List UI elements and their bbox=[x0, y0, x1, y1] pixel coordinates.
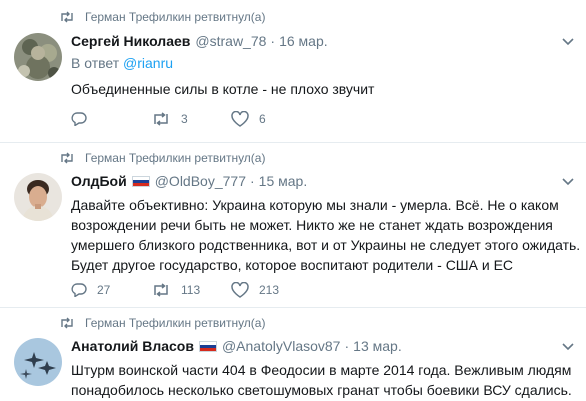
retweet-context-label[interactable]: Герман Трефилкин ретвитнул(а) bbox=[85, 151, 265, 165]
tweet-actions: 27 113 213 bbox=[71, 282, 311, 298]
like-count: 213 bbox=[259, 283, 280, 297]
avatar[interactable] bbox=[14, 173, 62, 221]
chevron-down-icon[interactable] bbox=[562, 38, 574, 46]
reply-icon bbox=[71, 283, 87, 297]
chevron-down-icon[interactable] bbox=[562, 178, 574, 186]
retweet-context: Герман Трефилкин ретвитнул(а) bbox=[59, 316, 265, 330]
tweet-header: Сергей Николаев @straw_78 · 16 мар. bbox=[71, 33, 328, 49]
tweet-text: Объединенные силы в котле - не плохо зву… bbox=[71, 81, 375, 97]
retweet-icon bbox=[59, 11, 75, 23]
like-button[interactable]: 6 bbox=[231, 111, 311, 127]
avatar[interactable] bbox=[14, 338, 62, 386]
reply-button[interactable]: 27 bbox=[71, 283, 151, 297]
timeline-feed: Герман Трефилкин ретвитнул(а) Сергей Ник… bbox=[0, 0, 586, 401]
tweet[interactable]: Герман Трефилкин ретвитнул(а) ОлдБой @Ol… bbox=[0, 143, 586, 308]
tweet-header: ОлдБой @OldBoy_777 · 15 мар. bbox=[71, 173, 307, 189]
separator: · bbox=[270, 33, 276, 49]
author-name[interactable]: ОлдБой bbox=[71, 173, 127, 189]
russian-flag-icon bbox=[198, 340, 217, 352]
retweet-context-label[interactable]: Герман Трефилкин ретвитнул(а) bbox=[85, 10, 265, 24]
retweet-count: 113 bbox=[181, 283, 201, 297]
tweet-date[interactable]: 13 мар. bbox=[353, 338, 402, 354]
tweet-date[interactable]: 16 мар. bbox=[279, 33, 328, 49]
reply-button[interactable] bbox=[71, 112, 151, 126]
tweet-actions: 3 6 bbox=[71, 111, 311, 127]
like-icon bbox=[231, 282, 249, 298]
separator: · bbox=[250, 173, 255, 189]
retweet-icon bbox=[154, 283, 168, 297]
retweet-icon bbox=[154, 112, 168, 126]
reply-icon bbox=[71, 112, 87, 126]
tweet-text: Давайте объективно: Украина которую мы з… bbox=[71, 197, 581, 273]
reply-prefix: В ответ bbox=[71, 55, 120, 71]
author-handle[interactable]: @AnatolyVlasov87 bbox=[222, 338, 341, 354]
retweet-count: 3 bbox=[181, 112, 188, 126]
author-handle[interactable]: @straw_78 bbox=[195, 33, 266, 49]
like-button[interactable]: 213 bbox=[231, 282, 311, 298]
chevron-down-icon[interactable] bbox=[562, 343, 574, 351]
author-name[interactable]: Анатолий Власов bbox=[71, 338, 194, 354]
tweet-header: Анатолий Власов @AnatolyVlasov87 · 13 ма… bbox=[71, 338, 402, 354]
retweet-context: Герман Трефилкин ретвитнул(а) bbox=[59, 151, 265, 165]
avatar[interactable] bbox=[14, 33, 62, 81]
retweet-icon bbox=[59, 152, 75, 164]
tweet-date[interactable]: 15 мар. bbox=[259, 173, 308, 189]
retweet-button[interactable]: 113 bbox=[151, 283, 231, 297]
tweet[interactable]: Герман Трефилкин ретвитнул(а) Сергей Ник… bbox=[0, 0, 586, 143]
reply-to-link[interactable]: @rianru bbox=[123, 55, 173, 71]
retweet-context-label[interactable]: Герман Трефилкин ретвитнул(а) bbox=[85, 316, 265, 330]
author-handle[interactable]: @OldBoy_777 bbox=[155, 173, 246, 189]
like-count: 6 bbox=[259, 112, 266, 126]
russian-flag-icon bbox=[131, 175, 150, 187]
separator: · bbox=[344, 338, 350, 354]
like-icon bbox=[231, 111, 249, 127]
tweet-text: Штурм воинской части 404 в Феодосии в ма… bbox=[71, 362, 572, 398]
retweet-icon bbox=[59, 317, 75, 329]
reply-to-line: В ответ @rianru bbox=[71, 55, 173, 71]
author-name[interactable]: Сергей Николаев bbox=[71, 33, 190, 49]
reply-count: 27 bbox=[97, 283, 111, 297]
retweet-button[interactable]: 3 bbox=[151, 112, 231, 126]
tweet[interactable]: Герман Трефилкин ретвитнул(а) Анатолий В… bbox=[0, 308, 586, 401]
retweet-context: Герман Трефилкин ретвитнул(а) bbox=[59, 10, 265, 24]
